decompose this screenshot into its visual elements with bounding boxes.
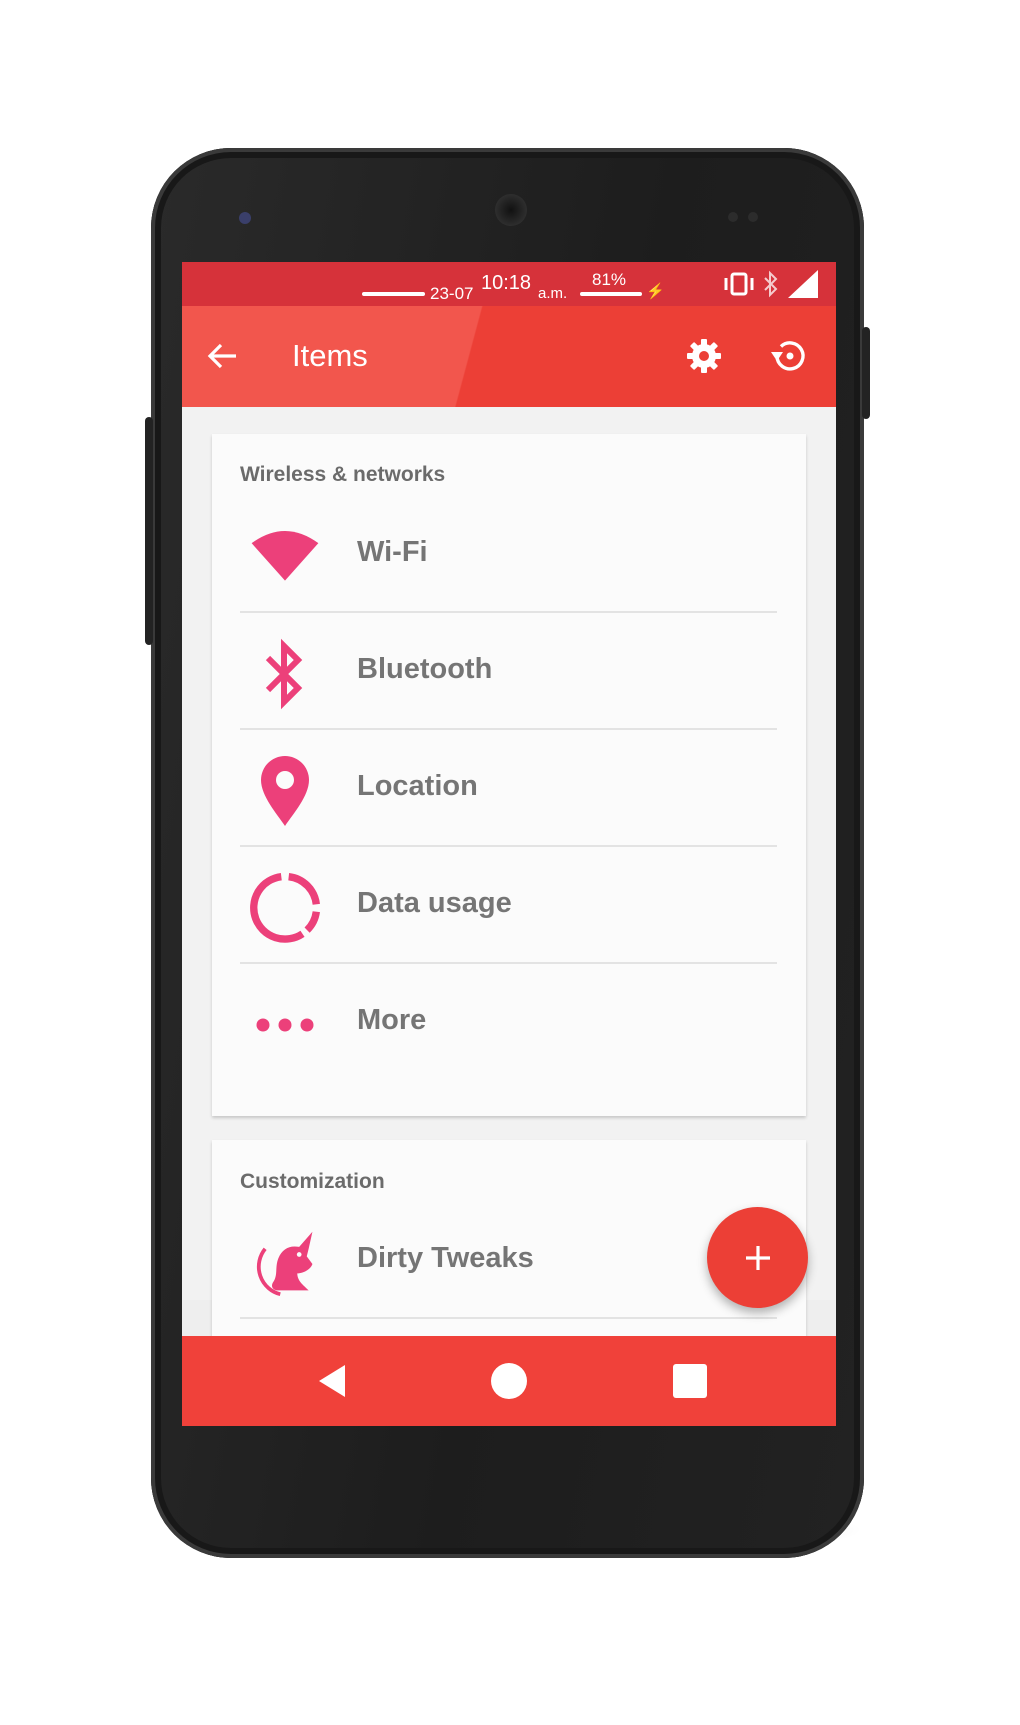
signal-icon: [788, 270, 818, 298]
nav-recents-button[interactable]: [665, 1356, 715, 1406]
navigation-bar: [182, 1336, 836, 1426]
arrow-back-icon: [207, 343, 236, 369]
nav-home-icon: [491, 1363, 527, 1399]
charging-icon: ⚡: [646, 283, 665, 300]
section-card-wireless: Wireless & networks Wi-Fi Bluetooth Loca…: [212, 434, 806, 1116]
list-item-label: Wi-Fi: [357, 536, 428, 568]
bluetooth-status-icon: [764, 270, 778, 298]
list-item-label: More: [357, 1004, 427, 1036]
restore-icon: [771, 341, 805, 371]
status-date: 23-07: [430, 284, 474, 303]
wifi-icon: [250, 522, 320, 592]
list-item-dirty-tweaks[interactable]: Dirty Tweaks: [240, 1202, 777, 1319]
volume-button: [145, 417, 153, 645]
screen: 23-07 10:18 a.m. 81% ⚡ Items Wireless & …: [182, 262, 836, 1426]
back-button[interactable]: [198, 332, 246, 380]
nav-home-button[interactable]: [484, 1356, 534, 1406]
proximity-sensor: [748, 212, 758, 222]
status-decor-line-left: [362, 292, 425, 296]
list-item-more[interactable]: More: [240, 964, 777, 1081]
settings-list: Wireless & networks Wi-Fi Bluetooth Loca…: [182, 407, 836, 1340]
nav-back-icon: [319, 1365, 345, 1397]
section-header: Wireless & networks: [240, 463, 446, 486]
divider: [240, 1317, 777, 1319]
restore-button[interactable]: [766, 332, 814, 380]
vibrate-icon: [724, 272, 754, 296]
status-battery-percent: 81%: [592, 270, 627, 289]
earpiece-speaker: [495, 194, 527, 226]
nav-back-button[interactable]: [307, 1356, 357, 1406]
front-camera: [728, 212, 738, 222]
status-ampm: a.m.: [538, 285, 568, 302]
battery-level-bar: [580, 292, 642, 296]
list-item-label: Bluetooth: [357, 653, 493, 685]
nav-recents-icon: [673, 1364, 707, 1398]
page-title: Items: [292, 338, 368, 373]
status-time: 10:18: [481, 272, 532, 294]
data-usage-icon: [250, 873, 320, 943]
list-item-wifi[interactable]: Wi-Fi: [240, 496, 777, 613]
front-sensor: [239, 212, 251, 224]
list-item-label: Data usage: [357, 887, 512, 919]
more-dots-icon: [250, 990, 320, 1060]
gear-icon: [687, 339, 721, 373]
bluetooth-icon: [250, 638, 320, 710]
list-item-bluetooth[interactable]: Bluetooth: [240, 613, 777, 730]
add-fab-button[interactable]: [707, 1207, 808, 1308]
status-bar: 23-07 10:18 a.m. 81% ⚡: [182, 262, 836, 306]
app-bar: Items: [182, 306, 836, 407]
section-header: Customization: [240, 1170, 385, 1193]
list-item-label: Dirty Tweaks: [357, 1242, 534, 1274]
list-item-label: Location: [357, 770, 478, 802]
location-pin-icon: [250, 756, 320, 826]
power-button: [862, 327, 870, 419]
unicorn-icon: [250, 1228, 320, 1298]
list-item-data-usage[interactable]: Data usage: [240, 847, 777, 964]
plus-icon: [745, 1245, 770, 1270]
settings-button[interactable]: [680, 332, 728, 380]
list-item-location[interactable]: Location: [240, 730, 777, 847]
